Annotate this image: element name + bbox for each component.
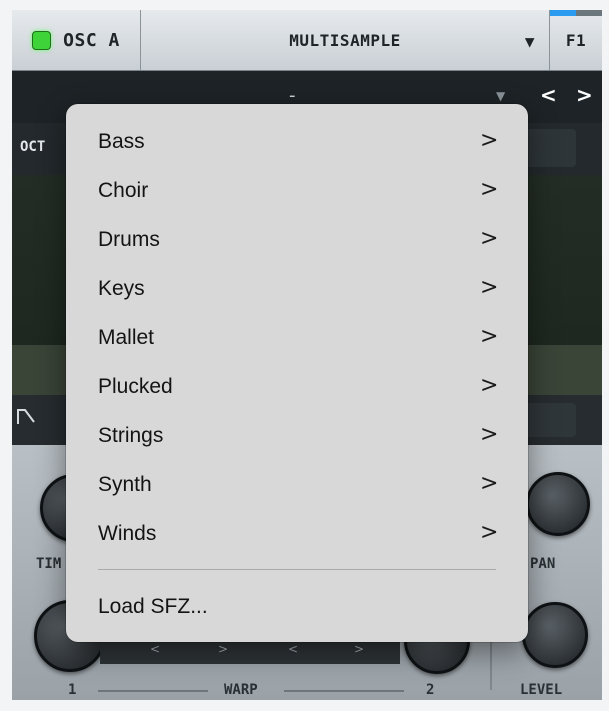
filter-route-label: F1 (565, 30, 587, 50)
next-sample-button[interactable]: > (576, 83, 593, 107)
osc-type-label: MULTISAMPLE (289, 30, 401, 50)
menu-item-drums[interactable]: Drums > (66, 221, 528, 261)
osc-header: OSC A MULTISAMPLE ▼ F1 (12, 10, 602, 71)
warp-right-number: 2 (426, 682, 435, 698)
menu-item-keys[interactable]: Keys > (66, 270, 528, 310)
param-value-box[interactable] (522, 129, 576, 167)
level-knob-label: LEVEL (520, 682, 563, 698)
chevron-right-icon: > (480, 226, 499, 251)
menu-item-label: Drums (98, 228, 160, 251)
chevron-right-icon: > (480, 324, 499, 349)
menu-item-mallet[interactable]: Mallet > (66, 319, 528, 359)
sample-name[interactable]: - (289, 85, 296, 106)
chevron-right-icon: > (480, 520, 499, 545)
envelope-shape-icon[interactable] (16, 406, 36, 426)
sample-category-menu: Bass > Choir > Drums > Keys > Mallet > P… (66, 104, 528, 642)
chevron-right-icon: > (480, 177, 499, 202)
warp-left-number: 1 (68, 682, 77, 698)
pan-knob[interactable] (526, 472, 590, 536)
menu-item-choir[interactable]: Choir > (66, 172, 528, 212)
chevron-right-icon: > (480, 373, 499, 398)
chevron-right-icon: > (480, 422, 499, 447)
menu-item-plucked[interactable]: Plucked > (66, 368, 528, 408)
warp-line-left (98, 690, 208, 692)
time-knob-label: TIM (36, 556, 62, 572)
pan-knob-label: PAN (530, 556, 556, 572)
warp-selector[interactable]: < > < > (100, 642, 400, 664)
menu-item-synth[interactable]: Synth > (66, 466, 528, 506)
warp-arrow-2[interactable]: > (218, 642, 228, 656)
menu-item-label: Mallet (98, 326, 155, 349)
chevron-right-icon: > (480, 275, 499, 300)
prev-sample-button[interactable]: < (540, 83, 557, 107)
dropdown-arrow-icon[interactable]: ▼ (525, 32, 535, 51)
osc-type-select[interactable]: MULTISAMPLE ▼ (141, 10, 550, 70)
osc-title: OSC A (63, 29, 120, 51)
warp-line-right (284, 690, 404, 692)
menu-item-winds[interactable]: Winds > (66, 515, 528, 555)
sample-dropdown-icon[interactable]: ▼ (496, 89, 505, 103)
menu-item-label: Keys (98, 277, 145, 300)
menu-item-bass[interactable]: Bass > (66, 123, 528, 163)
warp-arrow-1[interactable]: < (150, 642, 160, 656)
menu-item-label: Synth (98, 473, 152, 496)
menu-item-load-sfz[interactable]: Load SFZ... (66, 588, 528, 628)
menu-item-label: Choir (98, 179, 149, 202)
octave-label: OCT (20, 139, 46, 155)
menu-separator (98, 569, 496, 570)
chevron-right-icon: > (480, 128, 499, 153)
menu-item-label: Strings (98, 424, 164, 447)
osc-toggle[interactable]: OSC A (12, 10, 141, 70)
menu-item-label: Load SFZ... (98, 595, 208, 618)
osc-enable-led[interactable] (32, 30, 52, 50)
warp-arrow-3[interactable]: < (288, 642, 298, 656)
menu-item-label: Bass (98, 130, 145, 153)
warp-arrow-4[interactable]: > (354, 642, 364, 656)
warp-label: WARP (224, 682, 258, 698)
level-knob[interactable] (522, 602, 588, 668)
menu-item-label: Winds (98, 522, 157, 545)
menu-item-label: Plucked (98, 375, 173, 398)
menu-item-strings[interactable]: Strings > (66, 417, 528, 457)
chevron-right-icon: > (480, 471, 499, 496)
filter-route-button[interactable]: F1 (550, 10, 602, 70)
